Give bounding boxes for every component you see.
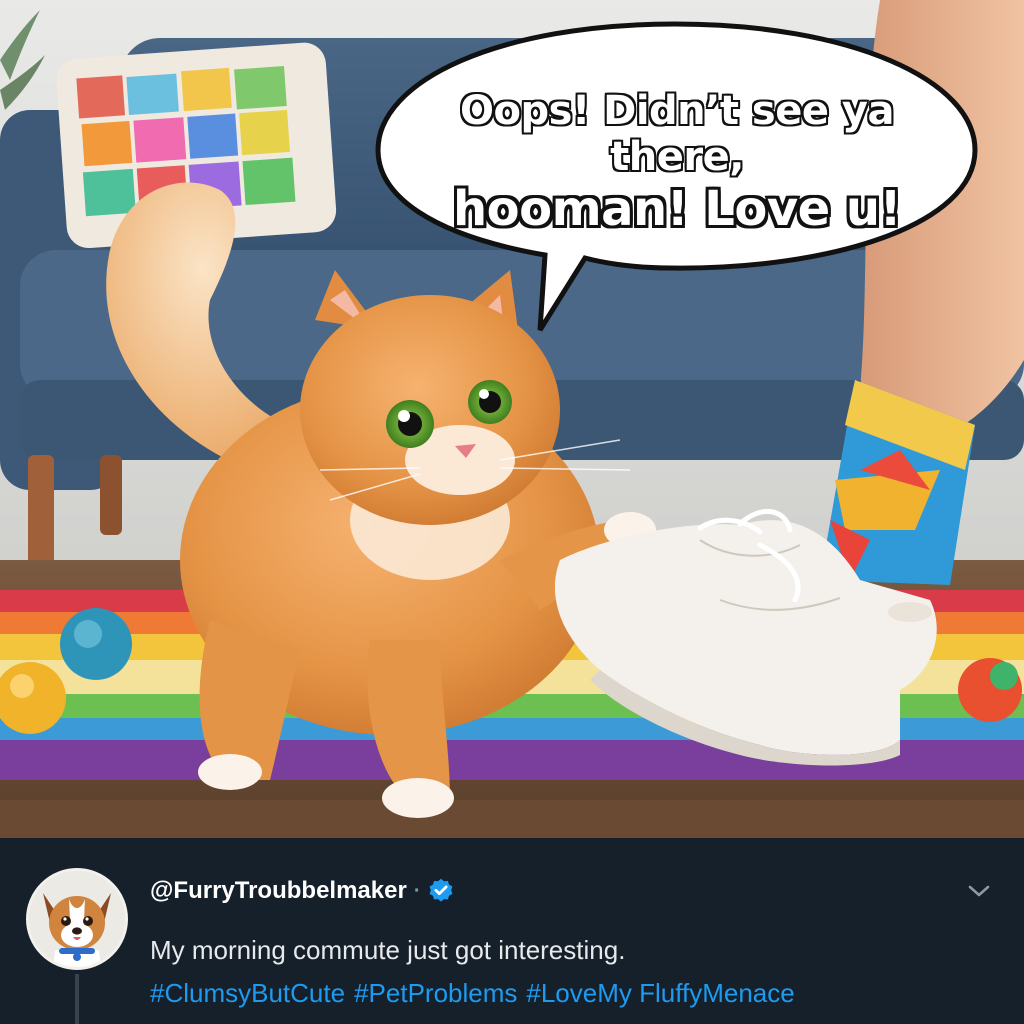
thread-line xyxy=(75,974,79,1024)
avatar[interactable] xyxy=(26,868,128,970)
verified-badge-icon xyxy=(430,878,453,902)
tweet-body: My morning commute just got interesting. xyxy=(150,935,626,965)
tweet-header: @FurryTroubbelmaker · xyxy=(150,876,455,906)
hashtag-row: #ClumsyButCute #PetProblems #LoveMy Fluf… xyxy=(150,977,795,1009)
hashtag-link[interactable]: #LoveMy FluffyMenace xyxy=(526,977,794,1009)
hashtag-link[interactable]: #ClumsyButCute xyxy=(150,977,345,1009)
speech-bubble-text: Oops! Didn’t see ya there, hooman! Love … xyxy=(392,88,962,238)
chevron-down-icon xyxy=(968,885,990,897)
separator-dot: · xyxy=(413,879,421,902)
dog-avatar-icon xyxy=(29,871,125,967)
speech-line-2: hooman! Love u! xyxy=(453,181,901,237)
speech-line-1: Oops! Didn’t see ya there, xyxy=(460,88,894,180)
tweet-photo[interactable]: Oops! Didn’t see ya there, hooman! Love … xyxy=(0,0,1024,838)
tweet-screenshot: Oops! Didn’t see ya there, hooman! Love … xyxy=(0,0,1024,1024)
user-handle[interactable]: @FurryTroubbelmaker xyxy=(150,877,407,905)
hashtag-link[interactable]: #PetProblems xyxy=(354,977,517,1009)
more-options-button[interactable] xyxy=(962,876,996,906)
